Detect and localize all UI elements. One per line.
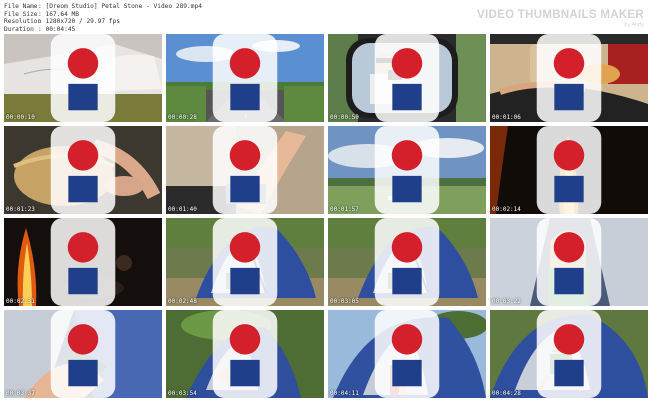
video-thumbnail: 00:00:28 (166, 34, 324, 122)
timestamp-label: 00:03:54 (168, 390, 197, 397)
timestamp-label: 00:03:05 (330, 298, 359, 305)
studio-logo-icon (50, 310, 116, 398)
studio-logo-icon (212, 34, 278, 122)
video-thumbnail: 00:00:50 (328, 34, 486, 122)
studio-logo-icon (212, 126, 278, 214)
studio-logo-icon (374, 218, 440, 306)
studio-logo-icon (536, 218, 602, 306)
timestamp-label: 00:00:50 (330, 114, 359, 121)
video-thumbnail: 00:01:57 (328, 126, 486, 214)
studio-logo-icon (536, 34, 602, 122)
video-thumbnail: 00:01:06 (490, 34, 648, 122)
video-thumbnail: 00:02:14 (490, 126, 648, 214)
timestamp-label: 00:01:06 (492, 114, 521, 121)
resolution-value: 1280x720 / 29.97 fps (45, 18, 120, 25)
duration-key: Duration (4, 25, 34, 33)
timestamp-label: 00:01:40 (168, 206, 197, 213)
brand-watermark: VIDEO THUMBNAILS MAKER by Andy (477, 9, 644, 28)
video-thumbnail: 00:03:22 (490, 218, 648, 306)
video-thumbnail: 00:03:05 (328, 218, 486, 306)
timestamp-label: 00:01:57 (330, 206, 359, 213)
file-size-value: 167.64 MB (45, 10, 79, 18)
studio-logo-icon (50, 218, 116, 306)
timestamp-label: 00:03:37 (6, 390, 35, 397)
timestamp-label: 00:00:28 (168, 114, 197, 121)
video-thumbnail: 00:00:10 (4, 34, 162, 122)
brand-title: VIDEO THUMBNAILS MAKER (477, 9, 644, 21)
timestamp-label: 00:03:22 (492, 298, 521, 305)
studio-logo-icon (374, 310, 440, 398)
separator: : (38, 3, 42, 10)
video-thumbnail: 00:04:11 (328, 310, 486, 398)
timestamp-label: 00:02:48 (168, 298, 197, 305)
timestamp-label: 00:02:14 (492, 206, 521, 213)
studio-logo-icon (536, 310, 602, 398)
studio-logo-icon (212, 310, 278, 398)
studio-logo-icon (212, 218, 278, 306)
video-thumbnail: 00:02:48 (166, 218, 324, 306)
video-thumbnail: 00:01:23 (4, 126, 162, 214)
thumbnail-grid: 00:00:10 00:00:28 00:00:50 00:01:06 00:0… (3, 34, 648, 399)
separator: : (38, 18, 42, 25)
studio-logo-icon (374, 34, 440, 122)
studio-logo-icon (374, 126, 440, 214)
video-thumbnail: 00:04:28 (490, 310, 648, 398)
timestamp-label: 00:02:31 (6, 298, 35, 305)
studio-logo-icon (50, 34, 116, 122)
video-thumbnail: 00:03:37 (4, 310, 162, 398)
duration-row: Duration: 00:04:45 (4, 26, 75, 34)
video-thumbnail: 00:01:40 (166, 126, 324, 214)
separator: : (38, 25, 42, 33)
duration-value: 00:04:45 (45, 25, 76, 33)
timestamp-label: 00:04:28 (492, 390, 521, 397)
separator: : (38, 10, 42, 18)
file-info-header: File Name: [Dreom Studio] Petal Stone - … (4, 3, 646, 33)
brand-subtitle: by Andy (624, 22, 644, 28)
file-name-value: [Dreom Studio] Petal Stone - Video 289.m… (45, 3, 202, 10)
timestamp-label: 00:00:10 (6, 114, 35, 121)
studio-logo-icon (536, 126, 602, 214)
timestamp-label: 00:04:11 (330, 390, 359, 397)
studio-logo-icon (50, 126, 116, 214)
timestamp-label: 00:01:23 (6, 206, 35, 213)
video-thumbnail: 00:02:31 (4, 218, 162, 306)
video-thumbnail: 00:03:54 (166, 310, 324, 398)
